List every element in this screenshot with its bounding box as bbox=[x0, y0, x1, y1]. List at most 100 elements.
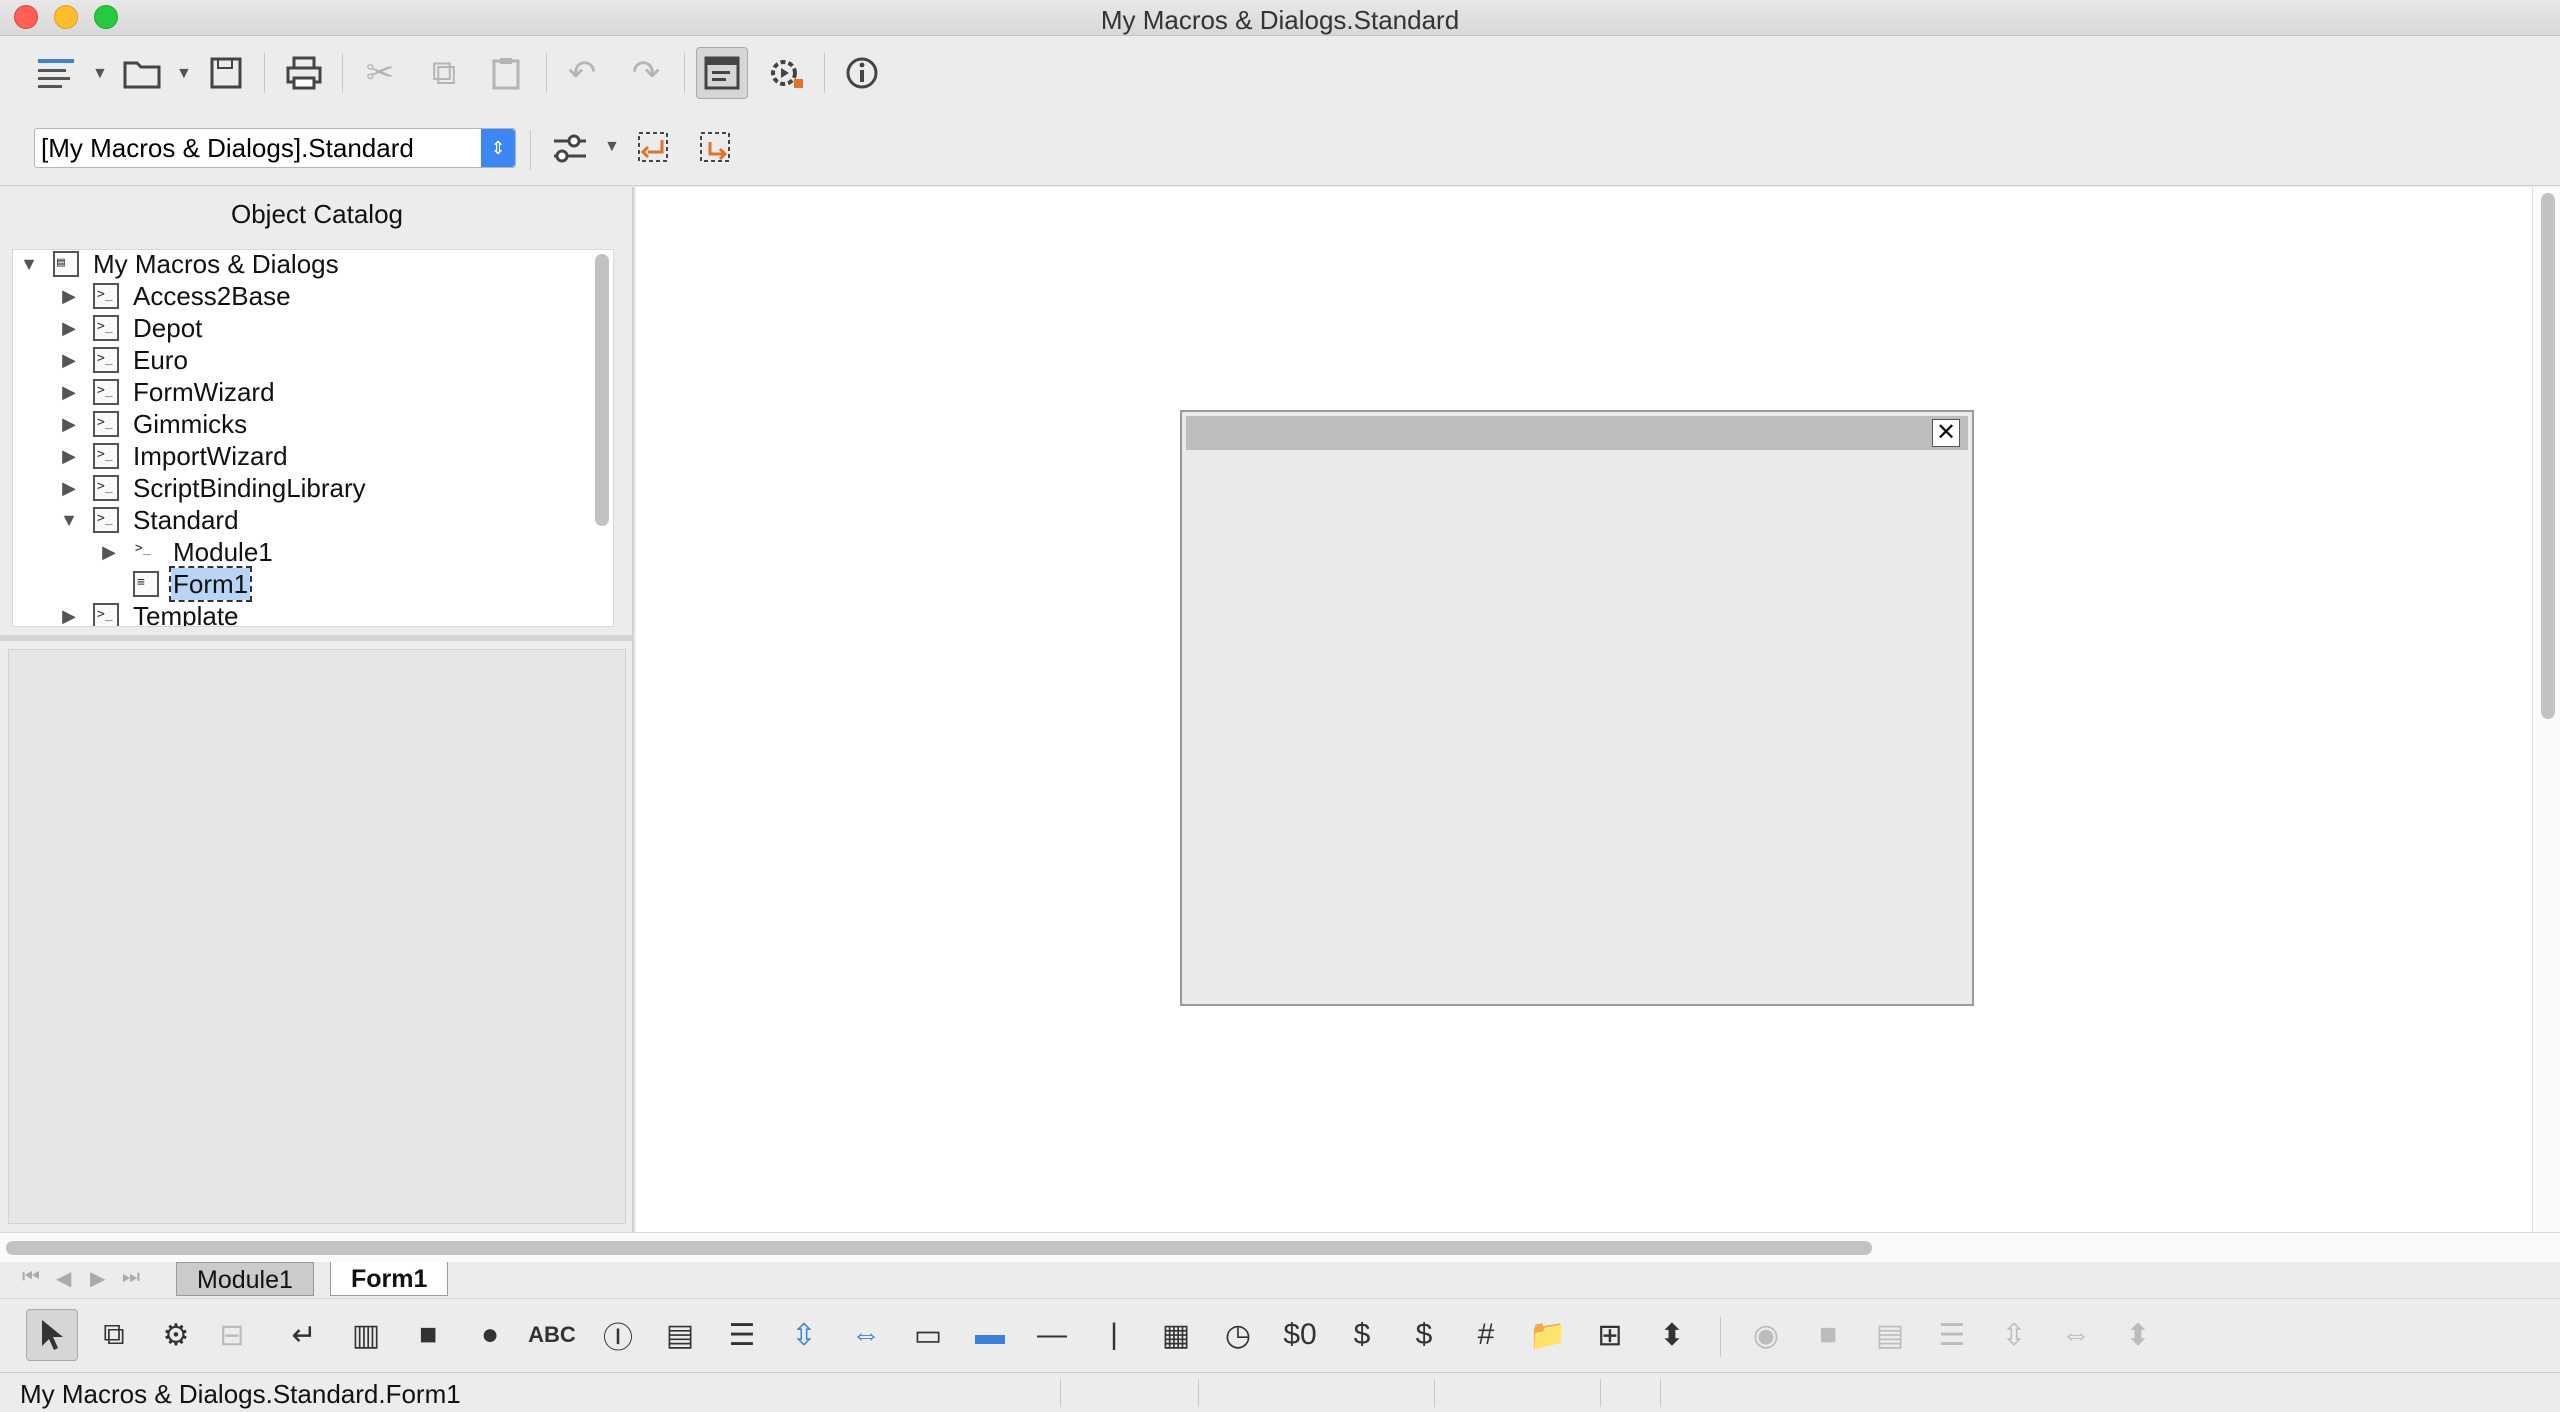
expanded-arrow-icon[interactable]: ▼ bbox=[19, 250, 39, 280]
library-select-value: [My Macros & Dialogs].Standard bbox=[41, 133, 414, 163]
export-dialog-icon[interactable] bbox=[690, 122, 742, 174]
tree-item-scriptbindinglibrary[interactable]: ▶ >_ ScriptBindingLibrary bbox=[13, 472, 593, 504]
tree-item-gimmicks[interactable]: ▶ >_ Gimmicks bbox=[13, 408, 593, 440]
next-tab-icon[interactable]: ▶ bbox=[90, 1266, 105, 1291]
tree-item-label: Form1 bbox=[168, 566, 253, 602]
undo-icon[interactable]: ↶ bbox=[556, 47, 608, 99]
last-tab-icon[interactable]: ⏭ bbox=[122, 1266, 140, 1289]
numeric-field-icon[interactable]: $0 bbox=[1274, 1309, 1326, 1361]
option-button-icon[interactable]: ● bbox=[464, 1309, 516, 1361]
catalog-tree[interactable]: ▼ ▤ My Macros & Dialogs ▶ >_ Access2Base… bbox=[12, 249, 614, 627]
vertical-slider-icon[interactable]: ⬍ bbox=[2112, 1309, 2164, 1361]
expanded-arrow-icon[interactable]: ▼ bbox=[59, 504, 79, 536]
collapsed-arrow-icon[interactable]: ▶ bbox=[59, 344, 79, 376]
tree-item-depot[interactable]: ▶ >_ Depot bbox=[13, 312, 593, 344]
hyperlink-control-icon[interactable]: ◉ bbox=[1740, 1309, 1792, 1361]
manage-language-icon[interactable]: ⚙ bbox=[150, 1309, 202, 1361]
panel-splitter[interactable] bbox=[0, 635, 634, 641]
tree-control-icon[interactable]: ⊞ bbox=[1584, 1309, 1636, 1361]
collapsed-arrow-icon[interactable]: ▶ bbox=[59, 408, 79, 440]
collapsed-arrow-icon[interactable]: ▶ bbox=[59, 280, 79, 312]
vertical-scrollbar[interactable] bbox=[2532, 187, 2560, 1232]
dialog-editor-canvas[interactable]: ✕ bbox=[636, 187, 2532, 1232]
collapsed-arrow-icon[interactable]: ▶ bbox=[59, 312, 79, 344]
text-box-icon[interactable]: Ⓘ bbox=[592, 1309, 644, 1361]
print-icon[interactable] bbox=[278, 47, 330, 99]
chevron-down-icon[interactable]: ▼ bbox=[604, 138, 620, 156]
prev-tab-icon[interactable]: ◀ bbox=[56, 1266, 71, 1291]
tree-item-my-macros[interactable]: ▼ ▤ My Macros & Dialogs bbox=[13, 250, 593, 280]
horizontal-scroll-thumb[interactable] bbox=[6, 1241, 1872, 1255]
spin-button-icon[interactable]: ⬍ bbox=[1646, 1309, 1698, 1361]
save-icon[interactable] bbox=[200, 47, 252, 99]
tree-item-formwizard[interactable]: ▶ >_ FormWizard bbox=[13, 376, 593, 408]
currency-field-icon[interactable]: $ bbox=[1336, 1309, 1388, 1361]
date-field-icon[interactable]: ▦ bbox=[1150, 1309, 1202, 1361]
close-icon[interactable]: ✕ bbox=[1932, 419, 1960, 447]
horizontal-scrollbar[interactable] bbox=[0, 1232, 2560, 1262]
object-catalog-icon[interactable] bbox=[696, 47, 748, 99]
horizontal-scrollbar-icon[interactable]: ⇔ bbox=[840, 1309, 892, 1361]
tab-module1[interactable]: Module1 bbox=[176, 1262, 314, 1296]
collapsed-arrow-icon[interactable]: ▶ bbox=[59, 600, 79, 626]
import-dialog-icon[interactable] bbox=[628, 122, 680, 174]
progress-bar-icon[interactable]: ▬ bbox=[964, 1309, 1016, 1361]
fixed-line-icon[interactable]: ⇳ bbox=[1988, 1309, 2040, 1361]
collapsed-arrow-icon[interactable]: ▶ bbox=[59, 440, 79, 472]
library-icon: >_ bbox=[93, 443, 119, 469]
chevron-updown-icon[interactable]: ⇕ bbox=[481, 129, 515, 167]
vertical-line-icon[interactable]: | bbox=[1088, 1309, 1140, 1361]
dialog-form1[interactable]: ✕ bbox=[1180, 410, 1974, 1006]
tree-item-access2base[interactable]: ▶ >_ Access2Base bbox=[13, 280, 593, 312]
macros-icon[interactable] bbox=[760, 47, 812, 99]
dialog-titlebar[interactable]: ✕ bbox=[1186, 416, 1968, 450]
tree-item-form1[interactable]: ≡ Form1 bbox=[13, 566, 593, 602]
pattern-field-icon[interactable]: # bbox=[1460, 1309, 1512, 1361]
list-box-icon[interactable]: ▤ bbox=[654, 1309, 706, 1361]
image-control-icon[interactable]: ▥ bbox=[340, 1309, 392, 1361]
tree-scrollbar[interactable] bbox=[595, 254, 609, 526]
frame-control-icon[interactable]: ▭ bbox=[902, 1309, 954, 1361]
checkbox-control-icon[interactable]: ■ bbox=[402, 1309, 454, 1361]
file-selection-icon[interactable]: 📁 bbox=[1522, 1309, 1574, 1361]
combo-box-icon[interactable]: ☰ bbox=[716, 1309, 768, 1361]
chevron-down-icon[interactable]: ▼ bbox=[92, 65, 108, 83]
info-icon[interactable] bbox=[836, 47, 888, 99]
button-control-icon[interactable]: ↵ bbox=[278, 1309, 330, 1361]
dialog-icon: ≡ bbox=[133, 571, 159, 597]
navigation-bar-icon[interactable]: ☰ bbox=[1926, 1309, 1978, 1361]
paste-icon[interactable] bbox=[480, 47, 532, 99]
scroll-bar-icon[interactable]: ⇔ bbox=[2050, 1309, 2102, 1361]
tree-item-importwizard[interactable]: ▶ >_ ImportWizard bbox=[13, 440, 593, 472]
copy-icon[interactable]: ⧉ bbox=[418, 47, 470, 99]
toolbar-separator bbox=[1720, 1317, 1721, 1357]
select-pointer-icon[interactable] bbox=[26, 1309, 78, 1361]
basic-ide-menu-icon[interactable] bbox=[30, 47, 82, 99]
chevron-down-icon[interactable]: ▼ bbox=[176, 65, 192, 83]
tab-form1[interactable]: Form1 bbox=[330, 1262, 449, 1296]
label-field-icon[interactable]: ABC bbox=[526, 1309, 578, 1361]
horizontal-line-icon[interactable]: — bbox=[1026, 1309, 1078, 1361]
time-field-icon[interactable]: ◷ bbox=[1212, 1309, 1264, 1361]
first-tab-icon[interactable]: ⏮ bbox=[22, 1266, 40, 1289]
tree-item-module1[interactable]: ▶ >_ Module1 bbox=[13, 536, 593, 568]
cut-icon[interactable]: ✂ bbox=[354, 47, 406, 99]
redo-icon[interactable]: ↷ bbox=[620, 47, 672, 99]
collapsed-arrow-icon[interactable]: ▶ bbox=[59, 376, 79, 408]
vertical-scroll-thumb[interactable] bbox=[2541, 193, 2555, 719]
collapsed-arrow-icon[interactable]: ▶ bbox=[99, 536, 119, 568]
open-icon[interactable] bbox=[116, 47, 168, 99]
library-icon: >_ bbox=[93, 411, 119, 437]
table-control-icon[interactable]: ■ bbox=[1802, 1309, 1854, 1361]
grid-control-icon[interactable]: ▤ bbox=[1864, 1309, 1916, 1361]
library-select[interactable]: [My Macros & Dialogs].Standard ⇕ bbox=[34, 128, 516, 168]
controls-icon[interactable] bbox=[544, 122, 596, 174]
tree-item-template[interactable]: ▶ >_ Template bbox=[13, 600, 593, 626]
tree-item-euro[interactable]: ▶ >_ Euro bbox=[13, 344, 593, 376]
tree-item-standard[interactable]: ▼ >_ Standard bbox=[13, 504, 593, 536]
collapsed-arrow-icon[interactable]: ▶ bbox=[59, 472, 79, 504]
vertical-scrollbar-icon[interactable]: ⇳ bbox=[778, 1309, 830, 1361]
test-mode-icon[interactable]: ⧉ bbox=[88, 1309, 140, 1361]
group-control-icon[interactable]: ⊟ bbox=[206, 1309, 258, 1361]
formatted-field-icon[interactable]: $ bbox=[1398, 1309, 1450, 1361]
